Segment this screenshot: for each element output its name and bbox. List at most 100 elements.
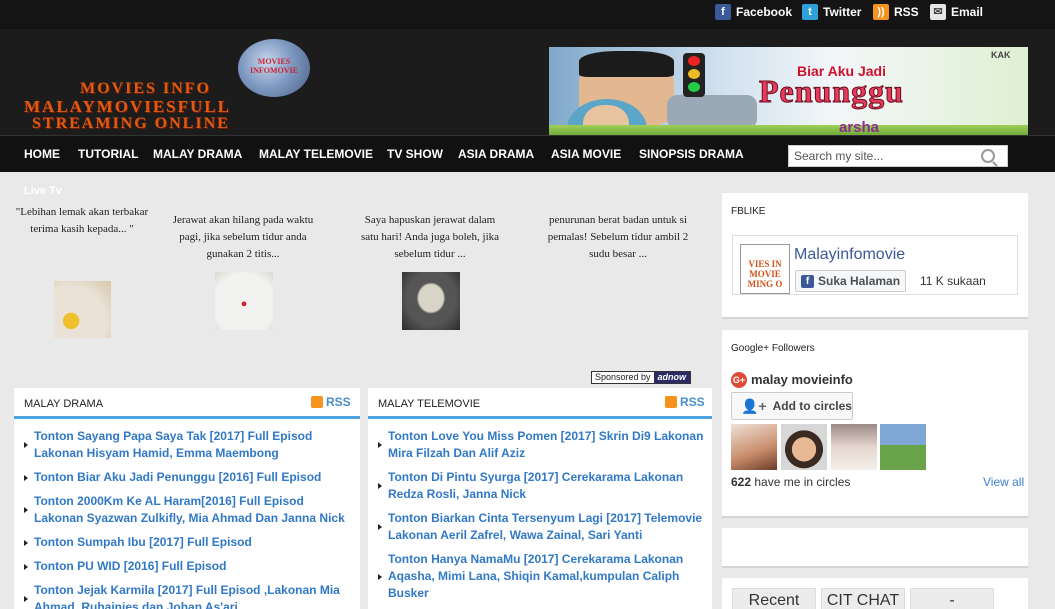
malay-drama-widget: MALAY DRAMA RSS Tonton Sayang Papa Saya … [14, 388, 360, 609]
banner-actor-hair [579, 51, 674, 77]
logo-globe-text: MOVIES INFOMOVIE [250, 57, 298, 75]
facebook-icon: f [801, 274, 814, 288]
email-label: Email [951, 5, 984, 19]
nav-item-malay-drama[interactable]: MALAY DRAMA [153, 147, 242, 161]
top-bar: f Facebook t Twitter )) RSS ✉ Email [0, 0, 1055, 29]
add-to-circles-button[interactable]: 👤+ Add to circles [731, 392, 853, 420]
malay-telemovie-post-list: Tonton Love You Miss Pomen [2017] Skrin … [378, 428, 708, 609]
ad-text-4[interactable]: penurunan berat badan untuk si pemalas! … [543, 212, 693, 263]
nav-item-home[interactable]: HOME [24, 147, 60, 161]
circles-count-text: have me in circles [751, 475, 851, 489]
post-link[interactable]: Tonton Love You Miss Pomen [2017] Skrin … [378, 428, 708, 462]
sponsored-label: Sponsored by [592, 372, 654, 383]
rss-icon [311, 396, 323, 408]
nav-item-sinopsis-drama[interactable]: SINOPSIS DRAMA [639, 147, 744, 161]
facebook-label: Facebook [736, 5, 793, 19]
ad-text-3[interactable]: Saya hapuskan jerawat dalam satu hari! A… [355, 212, 505, 263]
main-nav: HOME TUTORIAL MALAY DRAMA MALAY TELEMOVI… [0, 135, 1055, 172]
fblike-widget: FBLIKE VIES IN MOVIE MING O Malayinfomov… [722, 193, 1028, 319]
tab-more[interactable]: - [910, 588, 994, 609]
ad-thumb-1[interactable] [54, 281, 111, 338]
like-count: 11 K sukaan [920, 274, 986, 288]
rss-icon: )) [873, 4, 889, 20]
rss-icon [665, 396, 677, 408]
malay-drama-post-list: Tonton Sayang Papa Saya Tak [2017] Full … [24, 428, 354, 609]
traffic-light-icon [683, 53, 705, 97]
malay-telemovie-title: MALAY TELEMOVIE [378, 398, 481, 410]
ad-text-1[interactable]: "Lebihan lemak akan terbakar terima kasi… [7, 204, 157, 238]
post-link[interactable]: Tonton Biar Aku Jadi Penunggu [2016] Ful… [24, 469, 354, 486]
banner-car [667, 95, 757, 129]
logo-line-1[interactable]: MOVIES INFO [80, 80, 211, 98]
rss-link-label: RSS [326, 395, 351, 409]
sponsored-badge[interactable]: Sponsored by adnow [591, 371, 692, 384]
follower-avatar[interactable] [731, 424, 777, 470]
empty-widget [722, 528, 1028, 568]
twitter-label: Twitter [823, 5, 862, 19]
view-all-link[interactable]: View all [983, 475, 1024, 489]
post-link[interactable]: Tonton Sumpah Ibu [2017] Full Episod [24, 534, 354, 551]
post-link[interactable]: Tonton Jejak Karmila [2017] Full Episod … [24, 582, 354, 609]
tab-cit-chat[interactable]: CIT CHAT [821, 588, 905, 609]
malay-telemovie-rss-link[interactable]: RSS [665, 395, 705, 409]
nav-item-asia-drama[interactable]: ASIA DRAMA [458, 147, 534, 161]
rss-label: RSS [894, 5, 919, 19]
google-plus-widget: Google+ Followers G+ malay movieinfo 👤+ … [722, 330, 1028, 518]
malay-telemovie-header: MALAY TELEMOVIE RSS [368, 388, 712, 419]
google-plus-icon: G+ [731, 372, 747, 388]
banner-line-3: arsha [839, 119, 880, 136]
logo-globe[interactable]: MOVIES INFOMOVIE [238, 39, 310, 97]
add-person-icon: 👤+ [741, 397, 767, 414]
logo-line-3[interactable]: STREAMING ONLINE [32, 115, 230, 133]
post-link[interactable]: Tonton Biarkan Cinta Tersenyum Lagi [201… [378, 510, 708, 544]
malay-drama-title: MALAY DRAMA [24, 398, 104, 410]
header-banner-ad[interactable]: KAK Biar Aku Jadi Penunggu arsha [549, 47, 1028, 143]
page-logo-text: VIES IN MOVIE MING O [747, 259, 783, 289]
ad-thumb-2[interactable] [215, 272, 273, 330]
like-page-label: Suka Halaman [818, 274, 901, 288]
fblike-title: FBLIKE [731, 206, 766, 217]
post-link[interactable]: Tonton PU WID [2016] Full Episod [24, 558, 354, 575]
twitter-link[interactable]: t Twitter [802, 4, 861, 20]
ad-thumb-3[interactable] [402, 272, 460, 330]
follower-avatar[interactable] [781, 424, 827, 470]
circles-count: 622 have me in circles [731, 475, 850, 489]
post-link[interactable]: Tonton Sayang Papa Saya Tak [2017] Full … [24, 428, 354, 462]
tab-recent[interactable]: Recent [732, 588, 816, 609]
search-input[interactable] [789, 146, 979, 166]
gplus-title: Google+ Followers [731, 343, 815, 354]
banner-corner-text: KAK [991, 50, 1011, 60]
nav-item-tv-show[interactable]: TV SHOW [387, 147, 443, 161]
search-box [788, 145, 1008, 167]
facebook-page-name[interactable]: Malayinfomovie [794, 246, 905, 264]
follower-avatar[interactable] [880, 424, 926, 470]
like-page-button[interactable]: f Suka Halaman [795, 270, 907, 292]
nav-item-tutorial[interactable]: TUTORIAL [78, 147, 138, 161]
ad-text-2[interactable]: Jerawat akan hilang pada waktu pagi, jik… [168, 212, 318, 263]
site-header: MOVIES INFOMOVIE MOVIES INFO MALAYMOVIES… [0, 29, 1055, 143]
gplus-profile-name[interactable]: malay movieinfo [751, 372, 853, 387]
add-to-circles-label: Add to circles [772, 399, 852, 413]
chat-tabs-widget: Recent CIT CHAT - [722, 578, 1028, 609]
search-icon[interactable] [981, 149, 995, 163]
facebook-page-card: VIES IN MOVIE MING O Malayinfomovie f Su… [732, 235, 1018, 295]
nav-item-malay-telemovie[interactable]: MALAY TELEMOVIE [259, 147, 373, 161]
logo-line-2[interactable]: MALAYMOVIESFULL [24, 97, 231, 117]
email-link[interactable]: ✉ Email [930, 4, 983, 20]
page-logo[interactable]: VIES IN MOVIE MING O [740, 244, 790, 294]
facebook-icon: f [715, 4, 731, 20]
adnow-logo: adnow [653, 372, 691, 383]
follower-avatar[interactable] [831, 424, 877, 470]
post-link[interactable]: Tonton Di Pintu Syurga [2017] Cerekarama… [378, 469, 708, 503]
circles-count-number: 622 [731, 475, 752, 489]
nav-item-asia-movie[interactable]: ASIA MOVIE [551, 147, 621, 161]
facebook-link[interactable]: f Facebook [715, 4, 792, 20]
rss-link-label: RSS [680, 395, 705, 409]
malay-telemovie-widget: MALAY TELEMOVIE RSS Tonton Love You Miss… [368, 388, 712, 609]
post-link[interactable]: Tonton 2000Km Ke AL Haram[2016] Full Epi… [24, 493, 354, 527]
live-tv-heading: Live Tv [24, 185, 62, 197]
malay-drama-rss-link[interactable]: RSS [311, 395, 351, 409]
post-link[interactable]: Tonton Hanya NamaMu [2017] Cerekarama La… [378, 551, 708, 602]
rss-link[interactable]: )) RSS [873, 4, 919, 20]
email-icon: ✉ [930, 4, 946, 20]
